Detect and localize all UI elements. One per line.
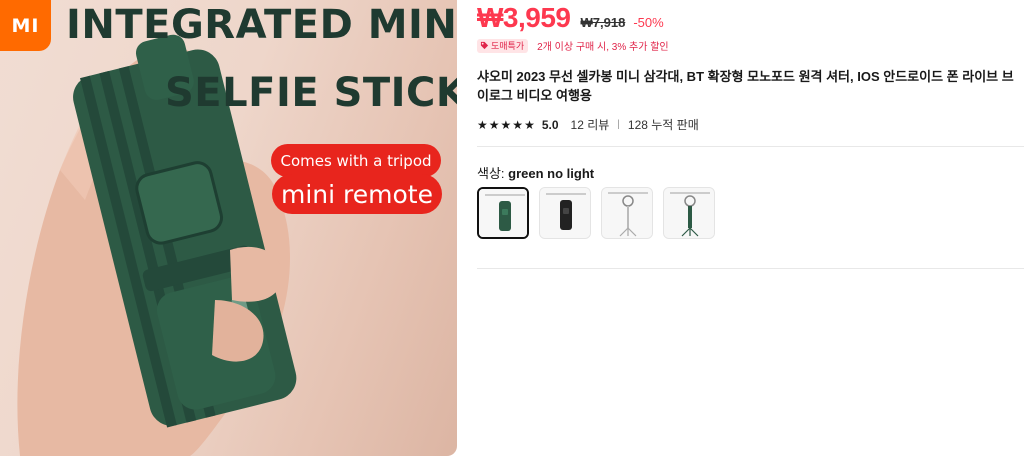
color-selection-label: 색상: green no light [477, 163, 594, 182]
white-tripod-thumbnail-icon [602, 188, 652, 238]
swatch-green-with-light[interactable] [663, 187, 715, 239]
promo-row: 도매특가 2개 이상 구매 시, 3% 추가 할인 [477, 38, 669, 53]
price-row: ₩3,959 ₩7,918 -50% [477, 2, 664, 34]
current-price: ₩3,959 [477, 2, 571, 33]
divider [477, 146, 1024, 147]
product-main-image[interactable]: MI INTEGRATED MINI SELFIE STICK Comes wi… [0, 0, 457, 456]
original-price: ₩7,918 [580, 15, 626, 30]
divider [477, 268, 1024, 269]
swatch-green-no-light[interactable] [477, 187, 529, 239]
wholesale-badge-label: 도매특가 [491, 41, 525, 51]
star-icon: ★ [477, 117, 488, 132]
rating-row[interactable]: ★ ★ ★ ★ ★ 5.0 12 리뷰 | 128 누적 판매 [477, 116, 699, 133]
brand-logo: MI [0, 0, 51, 51]
rating-value: 5.0 [541, 117, 559, 132]
sold-count: 128 누적 판매 [627, 118, 699, 132]
hero-title-line1: INTEGRATED MINI [66, 2, 457, 48]
hero-title-line2: SELFIE STICK [165, 70, 457, 116]
separator: | [617, 119, 620, 130]
selfie-stick-illustration [17, 34, 297, 456]
feature-tripod-pill: Comes with a tripod [271, 144, 441, 177]
product-title: 샤오미 2023 무선 셀카봉 미니 삼각대, BT 확장형 모노포드 원격 셔… [477, 69, 1014, 103]
star-icon: ★ [500, 117, 512, 132]
star-icon: ★ [488, 117, 500, 132]
tag-icon [480, 41, 489, 50]
product-info-panel: ₩3,959 ₩7,918 -50% 도매특가 2개 이상 구매 시, 3% 추… [477, 0, 1024, 456]
star-rating: ★ ★ ★ ★ ★ [477, 119, 535, 131]
color-swatch-list [477, 187, 715, 239]
selected-color-value: green no light [508, 166, 595, 181]
discount-percent: -50% [633, 15, 664, 30]
swatch-white-with-light[interactable] [601, 187, 653, 239]
green-tripod-thumbnail-icon [664, 188, 714, 238]
promo-text: 2개 이상 구매 시, 3% 추가 할인 [537, 42, 669, 53]
black-stick-thumbnail-icon [540, 188, 590, 238]
feature-remote-pill: mini remote [272, 174, 442, 214]
wholesale-badge: 도매특가 [477, 38, 529, 53]
star-icon: ★ [524, 117, 535, 132]
color-label: 색상: [477, 166, 505, 181]
review-count-link[interactable]: 12 리뷰 [571, 116, 610, 133]
star-icon: ★ [512, 117, 524, 132]
swatch-black-no-light[interactable] [539, 187, 591, 239]
green-stick-thumbnail-icon [479, 189, 527, 237]
